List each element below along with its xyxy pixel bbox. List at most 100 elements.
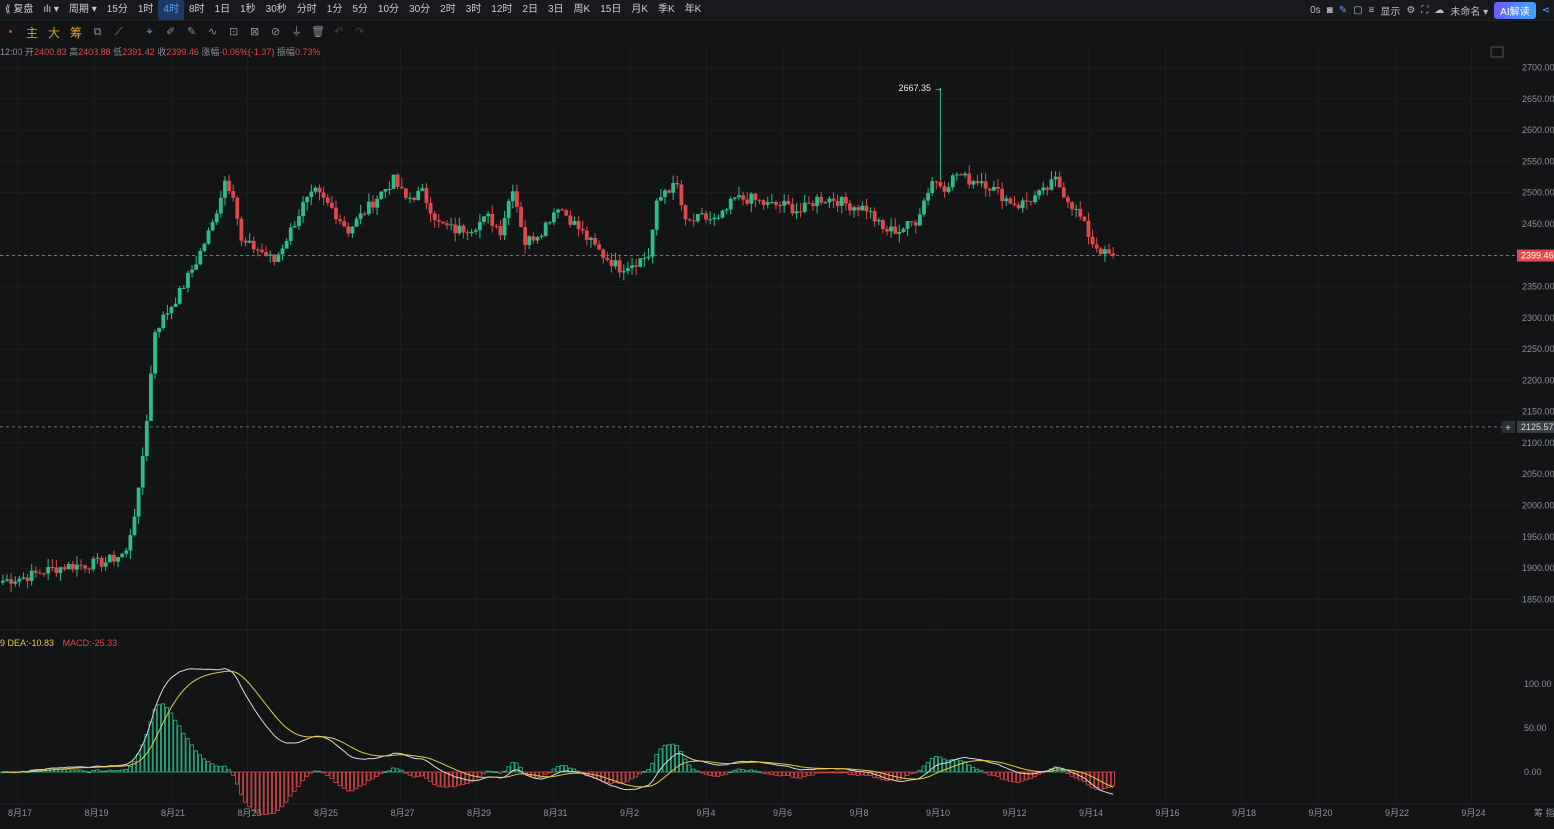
candle-body [576,221,581,230]
candle-body [695,213,700,222]
candle-body [408,197,412,199]
macd-histogram-bar [506,766,511,773]
macd-histogram-bar [181,732,186,773]
candle-body [621,271,626,273]
candle-body [1033,195,1037,202]
right-edge-label: 筹 指 [1534,807,1554,818]
candle-body [1086,220,1091,237]
candle-body [375,198,379,208]
macd-histogram-bar [637,771,642,775]
date-tick-label: 9月10 [926,808,950,818]
candle-body [38,572,42,574]
candle-body [597,244,602,250]
candle-body [942,186,947,192]
candle-body [1082,216,1087,221]
macd-histogram-bar [407,771,412,776]
macd-value: MACD:-25.33 [62,638,118,648]
candle-body [66,564,71,570]
candle-body [593,237,597,245]
candle-body [83,565,88,569]
price-tick-label: 2450.00 [1522,219,1554,229]
candle-body [535,237,540,241]
candle-body [181,287,186,289]
candle-body [214,213,219,223]
candle-body [975,181,980,184]
macd-histogram-bar [847,771,852,775]
price-tick-label: 2250.00 [1522,344,1554,354]
macd-histogram-bar [374,771,379,777]
candle-body [802,202,807,212]
candle-body [403,188,408,198]
macd-histogram-bar [839,771,844,774]
dea-value: DEA:-10.83 [7,638,55,648]
candle-body [317,187,322,193]
date-tick-label: 8月25 [314,808,338,818]
macd-histogram-bar [284,771,289,803]
candle-body [383,189,388,192]
macd-histogram-bar [687,764,692,773]
macd-tick-label: 50.00 [1524,723,1547,733]
macd-histogram-bar [543,771,548,775]
macd-histogram-bar [255,771,260,814]
macd-histogram-bar [794,771,799,779]
macd-histogram-bar [744,770,749,773]
candle-body [708,219,713,221]
macd-histogram-bar [995,771,1000,777]
macd-histogram-bar [498,771,503,774]
date-tick-label: 8月19 [85,808,109,818]
candle-body [753,193,758,200]
candle-body [436,220,441,222]
candle-body [1,580,5,583]
candle-body [490,213,495,226]
candle-body [432,213,437,221]
macd-histogram-bar [666,744,671,773]
macd-histogram-bar [1032,771,1037,778]
candle-body [120,553,125,558]
macd-histogram-bar [917,769,922,773]
candle-body [979,181,984,184]
candle-body [190,269,194,273]
candle-body [87,568,92,570]
macd-histogram-bar [271,771,276,814]
macd-histogram-bar [662,744,667,773]
price-tick-label: 2150.00 [1522,407,1554,417]
candle-body [901,228,906,232]
candle-body [971,181,976,185]
candle-body [210,222,215,231]
macd-histogram-bar [156,704,161,773]
candle-body [124,550,129,554]
candle-body [917,214,922,226]
macd-histogram-bar [193,750,198,773]
candle-body [9,579,14,584]
candle-body [1029,201,1033,203]
macd-histogram-bar [395,768,400,773]
candle-body [963,173,968,176]
macd-histogram-bar [732,769,737,773]
candle-body [704,213,708,220]
candle-body [235,197,240,219]
macd-histogram-bar [851,771,856,776]
candle-body [794,211,799,214]
candle-body [638,258,643,267]
candle-body [823,202,828,204]
macd-histogram-bar [177,725,182,773]
macd-legend: 9 DEA:-10.83 MACD:-25.33 [0,638,117,648]
candle-body [284,240,289,249]
candle-body [913,222,918,226]
macd-histogram-bar [370,771,375,780]
candle-body [116,557,120,562]
candle-body [572,221,577,225]
candle-body [75,564,79,570]
candle-body [893,226,898,234]
candle-body [469,231,474,234]
macd-histogram-bar [1016,771,1021,783]
candlestick-chart[interactable]: 2700.00 2650.00 2600.00 2550.00 2500.00 2450.… [0,0,1554,829]
macd-histogram-bar [489,771,494,773]
candle-body [996,186,1000,189]
macd-histogram-bar [119,769,124,773]
candle-body [564,210,569,216]
macd-histogram-bar [810,771,815,776]
macd-histogram-bar [753,770,758,773]
candle-body [745,199,750,204]
candle-body [1008,198,1013,204]
